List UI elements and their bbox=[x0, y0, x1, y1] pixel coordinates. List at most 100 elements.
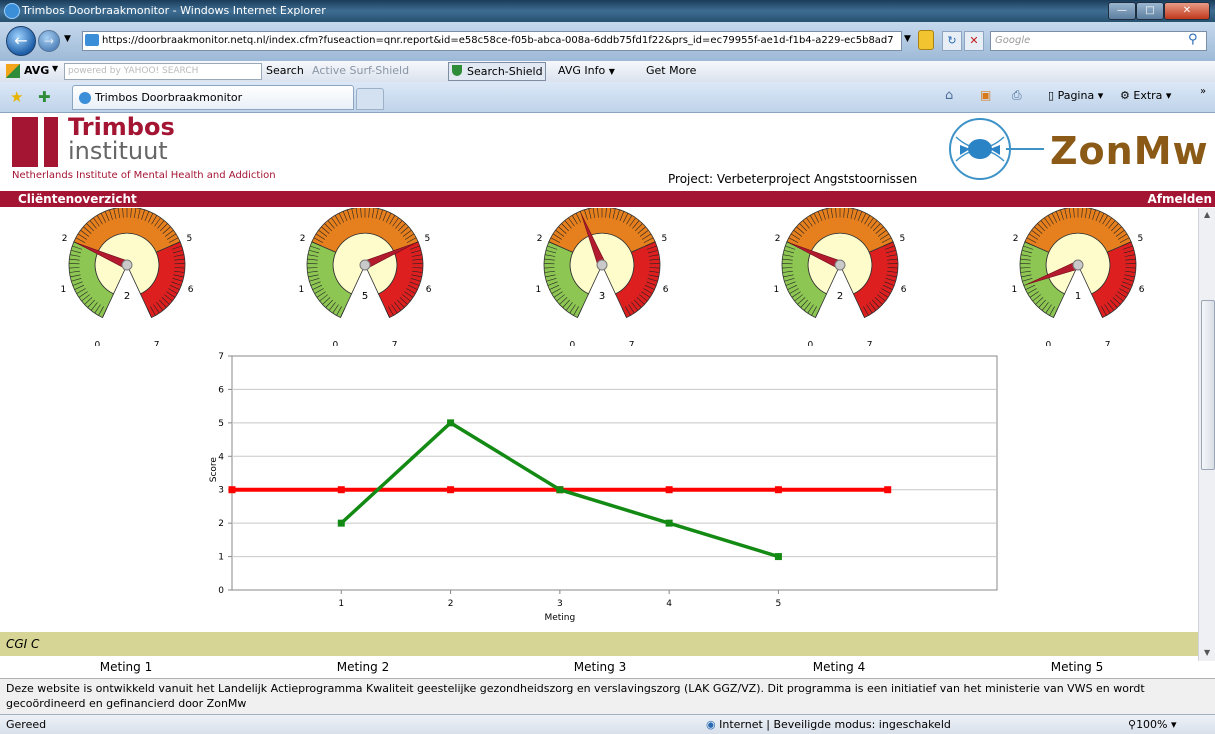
gauge-tick-label: 2 bbox=[537, 234, 543, 244]
yahoo-search-input[interactable]: powered by YAHOO! SEARCH bbox=[64, 63, 262, 80]
cgi-c-label: CGI C bbox=[0, 637, 39, 651]
gauge: 0125672 bbox=[52, 208, 202, 346]
y-tick-label: 2 bbox=[218, 519, 224, 529]
x-tick-label: 1 bbox=[338, 599, 344, 609]
x-tick-label: 2 bbox=[448, 599, 454, 609]
chevron-more-icon[interactable]: » bbox=[1200, 86, 1206, 97]
history-dropdown-icon[interactable]: ▼ bbox=[64, 34, 71, 44]
url-text: https://doorbraakmonitor.netq.nl/index.c… bbox=[102, 35, 894, 46]
forward-button[interactable]: → bbox=[38, 30, 60, 52]
y-tick-label: 1 bbox=[218, 553, 224, 563]
plot-area bbox=[232, 356, 997, 590]
status-bar: Gereed ◉ Internet | Beveiligde modus: in… bbox=[0, 714, 1215, 734]
ie-icon bbox=[4, 3, 20, 19]
avg-info-button[interactable]: AVG Info ▼ bbox=[558, 64, 615, 77]
scroll-up-icon[interactable]: ▲ bbox=[1204, 210, 1210, 219]
page-menu-icon: ▯ bbox=[1048, 89, 1054, 102]
security-zone[interactable]: ◉ Internet | Beveiligde modus: ingeschak… bbox=[706, 718, 951, 731]
active-surf-shield-button[interactable]: Active Surf-Shield bbox=[312, 64, 409, 77]
avg-dropdown-icon[interactable]: ▼ bbox=[52, 64, 58, 73]
meting-column-header: Meting 5 bbox=[1017, 660, 1137, 674]
avg-menu[interactable]: AVG bbox=[24, 64, 49, 77]
y-tick-label: 6 bbox=[218, 385, 224, 395]
series-point bbox=[775, 553, 782, 560]
logo-zonmw: ZonMw bbox=[1050, 129, 1209, 173]
lock-icon[interactable] bbox=[918, 30, 934, 50]
series-point bbox=[556, 486, 563, 493]
gauge-tick-label: 5 bbox=[424, 234, 430, 244]
y-tick-label: 7 bbox=[218, 352, 224, 362]
series-point bbox=[338, 486, 345, 493]
gauge-row: 01256720125675012567301256720125671 bbox=[0, 208, 1198, 346]
stop-icon[interactable]: ✕ bbox=[964, 31, 984, 51]
gauge: 0125675 bbox=[290, 208, 440, 346]
minimize-button[interactable]: — bbox=[1108, 2, 1136, 20]
zoom-level: 100% bbox=[1136, 718, 1167, 731]
gauge-value: 3 bbox=[599, 291, 605, 302]
x-axis-label: Meting bbox=[544, 613, 575, 623]
tab-trimbos-doorbraakmonitor[interactable]: Trimbos Doorbraakmonitor bbox=[72, 85, 354, 110]
feeds-icon[interactable]: ▣ bbox=[980, 88, 991, 102]
client-overview-link[interactable]: Cliëntenoverzicht bbox=[18, 191, 137, 207]
globe-icon: ◉ bbox=[706, 718, 716, 731]
gauge-tick-label: 5 bbox=[186, 234, 192, 244]
scroll-down-icon[interactable]: ▼ bbox=[1204, 648, 1210, 657]
series-point bbox=[338, 520, 345, 527]
series-point bbox=[666, 520, 673, 527]
y-tick-label: 4 bbox=[218, 452, 224, 462]
series-point bbox=[447, 486, 454, 493]
address-dropdown-icon[interactable]: ▼ bbox=[904, 34, 911, 44]
logout-link[interactable]: Afmelden bbox=[1147, 191, 1212, 207]
cgi-c-band: CGI C bbox=[0, 632, 1198, 656]
search-icon[interactable]: ⚲ bbox=[1188, 32, 1198, 47]
tools-menu[interactable]: ⚙ Extra ▾ bbox=[1120, 89, 1171, 102]
zoom-control[interactable]: ⚲100% ▾ bbox=[1128, 718, 1177, 731]
gauge-tick-label: 2 bbox=[1013, 234, 1019, 244]
page-menu[interactable]: ▯ Pagina ▾ bbox=[1048, 89, 1103, 102]
series-point bbox=[666, 486, 673, 493]
gauge-hub bbox=[122, 260, 132, 270]
gauge-tick-label: 2 bbox=[62, 234, 68, 244]
new-tab-button[interactable] bbox=[356, 88, 384, 110]
gauge-tick-label: 6 bbox=[1139, 285, 1145, 295]
tools-menu-label: Extra bbox=[1133, 89, 1162, 102]
home-icon[interactable]: ⌂ bbox=[945, 88, 953, 103]
gear-icon: ⚙ bbox=[1120, 89, 1130, 102]
back-button[interactable]: ← bbox=[6, 26, 36, 56]
gauge-hub bbox=[1073, 260, 1083, 270]
yahoo-search-button[interactable]: Search bbox=[266, 64, 304, 77]
gauge: 0125673 bbox=[527, 208, 677, 346]
status-text: Gereed bbox=[6, 718, 46, 731]
trimbos-logo-bar2 bbox=[44, 117, 58, 167]
logo-subtitle: Netherlands Institute of Mental Health a… bbox=[12, 170, 276, 181]
print-icon[interactable]: ⎙ bbox=[1012, 88, 1022, 103]
avg-info-label: AVG Info bbox=[558, 64, 605, 77]
gauge-tick-label: 1 bbox=[61, 285, 67, 295]
gauge-tick-label: 5 bbox=[1137, 234, 1143, 244]
gauge-tick-label: 1 bbox=[299, 285, 305, 295]
refresh-icon[interactable]: ↻ bbox=[942, 31, 962, 51]
series-point bbox=[884, 486, 891, 493]
add-favorites-icon[interactable]: ✚ bbox=[38, 88, 51, 106]
search-shield-button[interactable]: Search-Shield bbox=[448, 62, 546, 81]
gauge-tick-label: 6 bbox=[188, 285, 194, 295]
x-tick-label: 4 bbox=[666, 599, 672, 609]
yahoo-search-placeholder: powered by YAHOO! SEARCH bbox=[65, 66, 198, 76]
window-title-bar: Trimbos Doorbraakmonitor - Windows Inter… bbox=[0, 0, 1215, 22]
series-point bbox=[775, 486, 782, 493]
close-button[interactable]: ✕ bbox=[1164, 2, 1210, 20]
page-scrollbar[interactable]: ▲ ▼ bbox=[1198, 208, 1215, 661]
gauge-value: 2 bbox=[124, 291, 130, 302]
favorites-star-icon[interactable]: ★ bbox=[10, 88, 23, 106]
x-tick-label: 5 bbox=[776, 599, 782, 609]
tab-ie-icon bbox=[79, 92, 91, 104]
scrollbar-thumb[interactable] bbox=[1201, 300, 1215, 470]
series-point bbox=[229, 486, 236, 493]
address-input[interactable]: https://doorbraakmonitor.netq.nl/index.c… bbox=[82, 31, 902, 51]
trimbos-logo-bar1 bbox=[12, 117, 38, 167]
gauge-hub bbox=[360, 260, 370, 270]
gauge-tick-label: 2 bbox=[300, 234, 306, 244]
maximize-button[interactable]: □ bbox=[1136, 2, 1164, 20]
search-input[interactable]: Google bbox=[990, 31, 1207, 51]
get-more-button[interactable]: Get More bbox=[646, 64, 696, 77]
